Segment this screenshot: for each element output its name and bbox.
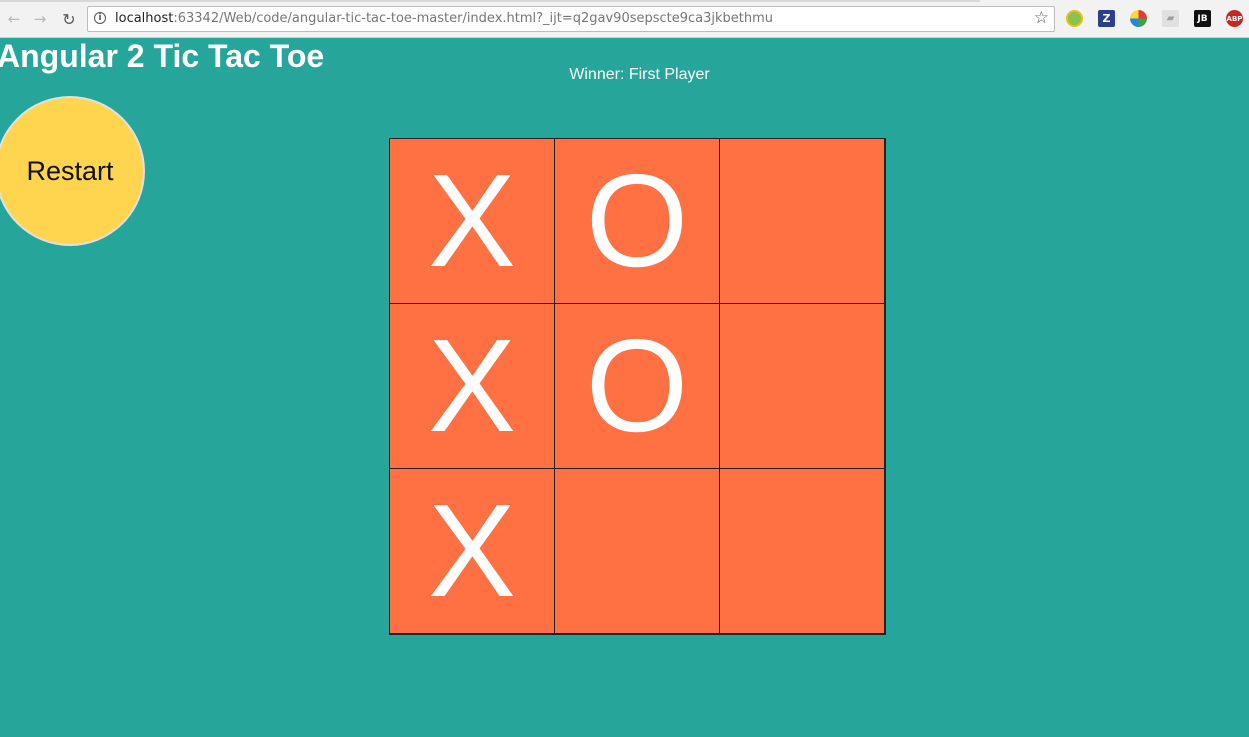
winner-status: Winner: First Player bbox=[569, 66, 710, 83]
board-cell-0[interactable]: X bbox=[389, 138, 555, 304]
bookmark-star-icon[interactable]: ☆ bbox=[1034, 8, 1049, 28]
board-cell-6[interactable]: X bbox=[389, 468, 555, 634]
color-wheel-icon[interactable] bbox=[1130, 10, 1147, 27]
green-extension-icon[interactable] bbox=[1066, 10, 1083, 27]
back-arrow-icon[interactable]: ← bbox=[3, 8, 25, 30]
board-cell-2[interactable] bbox=[719, 138, 885, 304]
restart-button[interactable]: Restart bbox=[0, 96, 145, 246]
url-path: :63342/Web/code/angular-tic-tac-toe-mast… bbox=[173, 11, 774, 26]
board-cell-7[interactable] bbox=[554, 468, 720, 634]
game-board: X O X O X bbox=[389, 138, 886, 635]
address-bar[interactable]: i localhost:63342/Web/code/angular-tic-t… bbox=[87, 6, 1055, 32]
pdf-icon[interactable]: ▰ bbox=[1162, 10, 1179, 27]
board-cell-5[interactable] bbox=[719, 303, 885, 469]
reload-icon[interactable]: ↻ bbox=[58, 8, 80, 30]
board-cell-1[interactable]: O bbox=[554, 138, 720, 304]
board-cell-3[interactable]: X bbox=[389, 303, 555, 469]
adblock-plus-icon[interactable]: ABP bbox=[1226, 10, 1243, 27]
info-icon[interactable]: i bbox=[94, 12, 106, 24]
board-cell-4[interactable]: O bbox=[554, 303, 720, 469]
url-host: localhost bbox=[115, 11, 174, 26]
tab-strip bbox=[0, 0, 980, 2]
board-cell-8[interactable] bbox=[719, 468, 885, 634]
browser-toolbar: ← → ↻ i localhost:63342/Web/code/angular… bbox=[0, 0, 1249, 38]
url-text[interactable]: localhost:63342/Web/code/angular-tic-tac… bbox=[115, 11, 773, 26]
zotero-icon[interactable]: Z bbox=[1098, 10, 1115, 27]
forward-arrow-icon[interactable]: → bbox=[29, 8, 51, 30]
jetbrains-icon[interactable]: JB bbox=[1194, 10, 1211, 27]
